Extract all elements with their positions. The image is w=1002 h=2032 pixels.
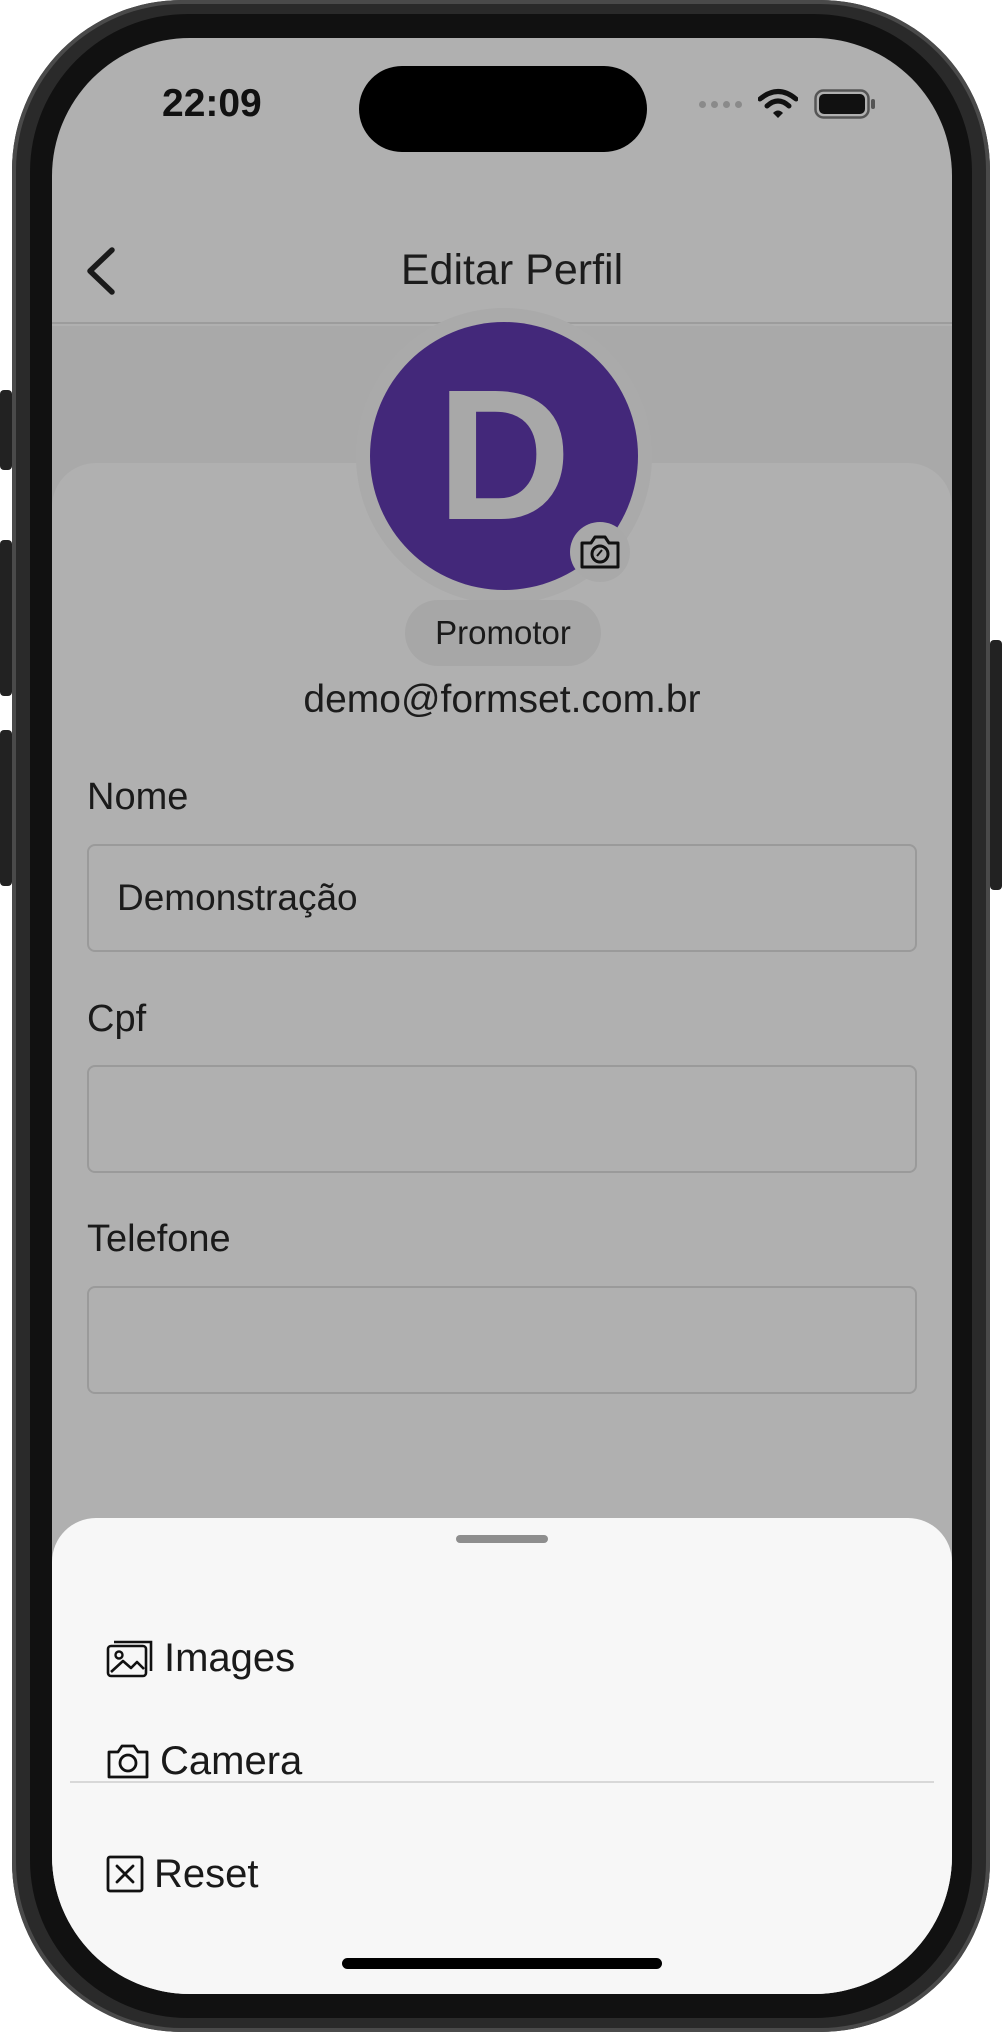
telefone-label: Telefone xyxy=(87,1218,231,1260)
battery-icon xyxy=(814,89,875,119)
change-photo-button[interactable] xyxy=(570,522,630,582)
status-icons xyxy=(699,88,876,120)
role-badge: Promotor xyxy=(405,600,601,666)
nome-field[interactable]: Demonstração xyxy=(87,844,917,952)
reset-option[interactable]: Reset xyxy=(106,1839,259,1909)
camera-icon xyxy=(107,1744,149,1779)
dynamic-island xyxy=(359,66,647,152)
camera-icon xyxy=(580,535,620,569)
images-icon xyxy=(106,1640,153,1678)
reset-label: Reset xyxy=(154,1851,259,1896)
status-time: 22:09 xyxy=(162,82,262,125)
nome-label: Nome xyxy=(87,776,189,818)
telefone-field[interactable] xyxy=(87,1286,917,1394)
home-indicator[interactable] xyxy=(342,1958,662,1969)
wifi-icon xyxy=(758,89,798,118)
page-title: Editar Perfil xyxy=(400,246,624,294)
phone-device: 22:09 Editar Perfil D Promotor demo@form… xyxy=(0,0,1002,2032)
mute-switch xyxy=(0,390,12,470)
cpf-field[interactable] xyxy=(87,1065,917,1173)
volume-down-button xyxy=(0,730,12,886)
images-option[interactable]: Images xyxy=(106,1623,295,1693)
images-label: Images xyxy=(164,1635,296,1680)
signal-dots-icon xyxy=(699,100,742,108)
nav-header: Editar Perfil xyxy=(52,188,952,324)
camera-label: Camera xyxy=(160,1738,303,1783)
close-square-icon xyxy=(106,1855,144,1893)
photo-action-sheet: Images Camera Reset xyxy=(52,1518,952,1994)
volume-up-button xyxy=(0,540,12,696)
cpf-label: Cpf xyxy=(87,998,147,1040)
sheet-divider xyxy=(70,1781,934,1783)
user-email: demo@formset.com.br xyxy=(303,678,701,721)
camera-option[interactable]: Camera xyxy=(106,1726,302,1796)
screen: 22:09 Editar Perfil D Promotor demo@form… xyxy=(52,38,952,1994)
power-button xyxy=(990,640,1002,890)
sheet-grabber[interactable] xyxy=(456,1535,548,1543)
